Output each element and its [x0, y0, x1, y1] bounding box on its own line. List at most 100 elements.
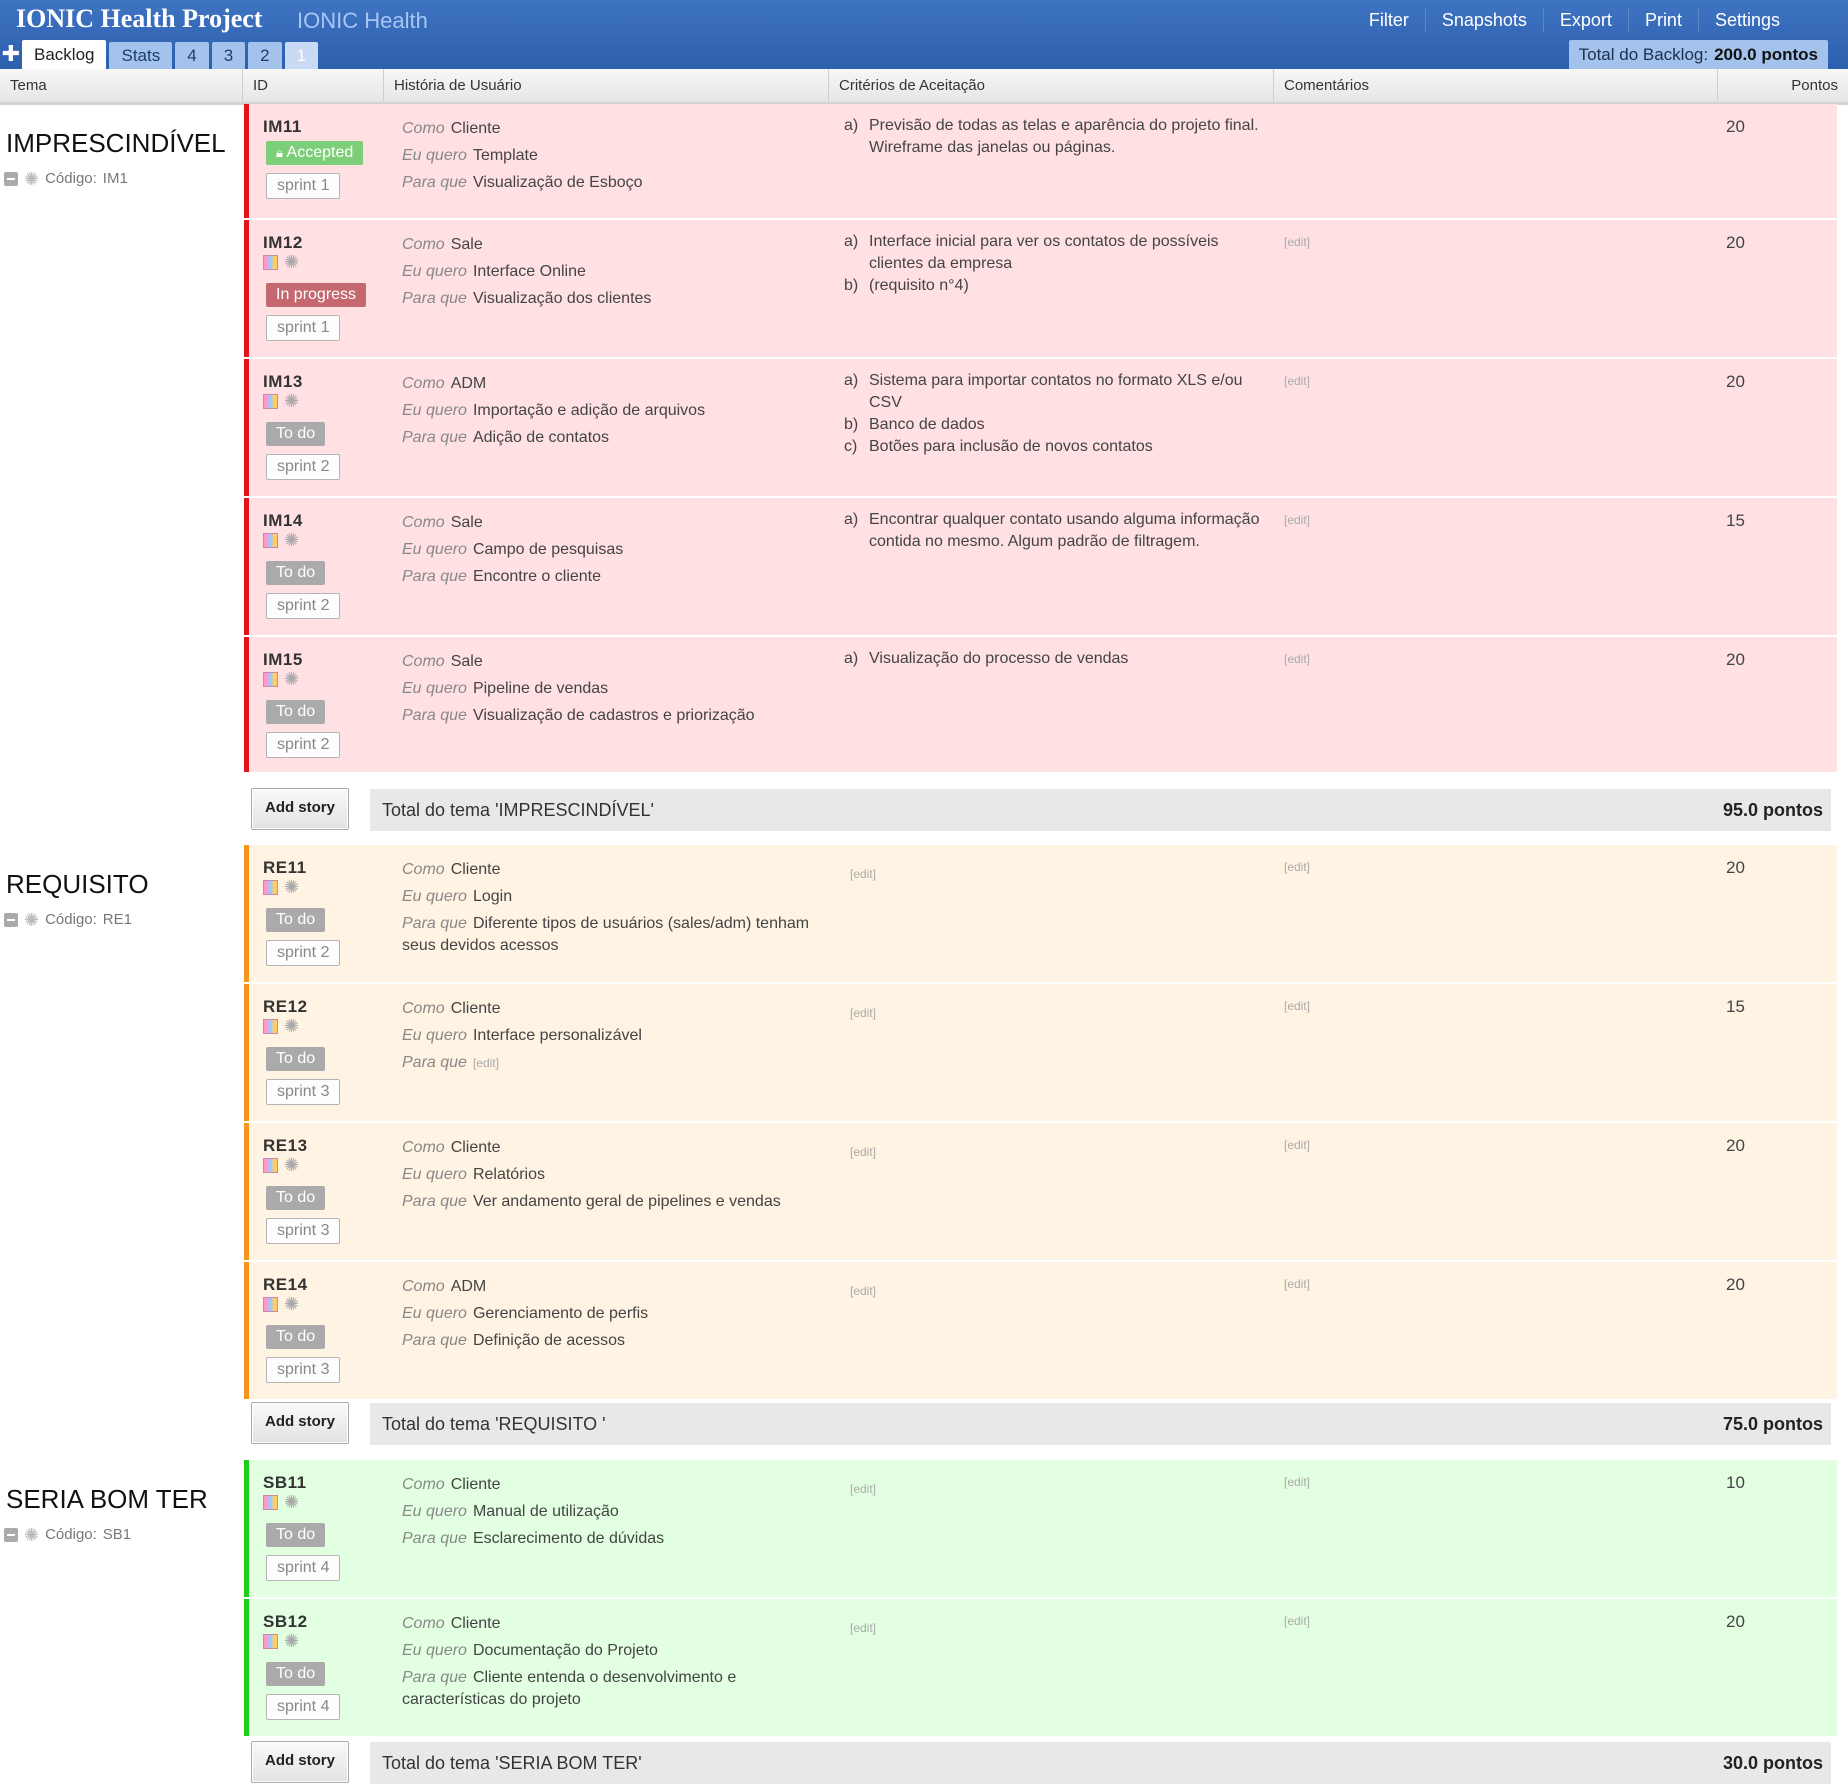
- tab-sprint-4[interactable]: 4: [175, 42, 209, 69]
- add-story-button[interactable]: Add story: [251, 1741, 349, 1783]
- story-id[interactable]: RE13: [263, 1136, 308, 1156]
- gear-icon[interactable]: ✺: [284, 1295, 299, 1313]
- story-points[interactable]: 20: [1726, 233, 1745, 253]
- comment-edit-link[interactable]: [edit]: [1284, 999, 1310, 1013]
- tab-sprint-2[interactable]: 2: [248, 42, 282, 69]
- sprint-tag[interactable]: sprint 3: [266, 1357, 341, 1383]
- story-id[interactable]: RE11: [263, 858, 307, 878]
- criteria-edit-link[interactable]: [edit]: [850, 1145, 876, 1159]
- gear-icon[interactable]: ✺: [284, 878, 299, 896]
- task-board-icon[interactable]: [263, 255, 278, 270]
- status-badge[interactable]: To do: [266, 422, 326, 446]
- gear-icon[interactable]: ✺: [284, 1156, 299, 1174]
- comment-edit-link[interactable]: [edit]: [1284, 652, 1310, 666]
- task-board-icon[interactable]: [263, 880, 278, 895]
- story-id[interactable]: SB12: [263, 1612, 308, 1632]
- sprint-tag[interactable]: sprint 2: [266, 732, 341, 758]
- acceptance-criteria[interactable]: a) Encontrar qualquer contato usando algu…: [844, 509, 1274, 553]
- theme-name[interactable]: IMPRESCINDÍVEL: [6, 128, 226, 159]
- user-story[interactable]: Como Sale Eu quero Pipeline de vendas Para q…: [402, 648, 822, 727]
- sprint-tag[interactable]: sprint 4: [266, 1555, 341, 1581]
- status-badge[interactable]: To do: [266, 1186, 326, 1210]
- status-badge[interactable]: To do: [266, 1523, 326, 1547]
- comment-edit-link[interactable]: [edit]: [1284, 1138, 1310, 1152]
- tab-sprint-1[interactable]: 1: [284, 42, 319, 69]
- story-points[interactable]: 15: [1726, 997, 1745, 1017]
- criteria-edit-link[interactable]: [edit]: [850, 1482, 876, 1496]
- user-story[interactable]: Como ADM Eu quero Gerenciamento de perfis Pa…: [402, 1273, 822, 1352]
- user-story[interactable]: Como ADM Eu quero Importação e adição de ar…: [402, 370, 822, 449]
- add-story-button[interactable]: Add story: [251, 788, 349, 830]
- story-points[interactable]: 20: [1726, 1136, 1745, 1156]
- comment-edit-link[interactable]: [edit]: [1284, 860, 1310, 874]
- menu-snapshots[interactable]: Snapshots: [1424, 8, 1543, 32]
- account-name[interactable]: IONIC Health: [297, 8, 428, 34]
- task-board-icon[interactable]: [263, 1158, 278, 1173]
- sprint-tag[interactable]: sprint 1: [266, 173, 341, 199]
- status-badge[interactable]: To do: [266, 1325, 326, 1349]
- gear-icon[interactable]: ✺: [24, 911, 39, 929]
- status-badge[interactable]: To do: [266, 700, 326, 724]
- menu-print[interactable]: Print: [1627, 8, 1698, 32]
- acceptance-criteria[interactable]: a) Sistema para importar contatos no form…: [844, 370, 1274, 458]
- user-story[interactable]: Como Cliente Eu quero Login Para que Diferent…: [402, 856, 822, 957]
- sprint-tag[interactable]: sprint 3: [266, 1218, 341, 1244]
- menu-filter[interactable]: Filter: [1353, 8, 1425, 32]
- story-id[interactable]: RE14: [263, 1275, 308, 1295]
- criteria-edit-link[interactable]: [edit]: [850, 1006, 876, 1020]
- status-badge[interactable]: To do: [266, 1047, 326, 1071]
- gear-icon[interactable]: ✺: [284, 392, 299, 410]
- user-story[interactable]: Como Cliente Eu quero Relatórios Para que Ver…: [402, 1134, 822, 1213]
- status-badge[interactable]: In progress: [266, 283, 367, 307]
- story-id[interactable]: IM12: [263, 233, 303, 253]
- status-badge[interactable]: To do: [266, 1662, 326, 1686]
- tab-backlog[interactable]: Backlog: [22, 40, 107, 69]
- user-story[interactable]: Como Cliente Eu quero Manual de utilização P…: [402, 1471, 822, 1550]
- comment-edit-link[interactable]: [edit]: [1284, 1614, 1310, 1628]
- story-points[interactable]: 20: [1726, 1612, 1745, 1632]
- story-points[interactable]: 20: [1726, 372, 1745, 392]
- story-points[interactable]: 20: [1726, 1275, 1745, 1295]
- edit-link[interactable]: [edit]: [473, 1056, 499, 1070]
- collapse-icon[interactable]: [4, 171, 18, 186]
- gear-icon[interactable]: ✺: [284, 1017, 299, 1035]
- story-points[interactable]: 20: [1726, 858, 1745, 878]
- story-points[interactable]: 20: [1726, 117, 1745, 137]
- story-id[interactable]: IM11: [263, 117, 302, 137]
- acceptance-criteria[interactable]: a) Visualização do processo de vendas: [844, 648, 1274, 670]
- story-id[interactable]: IM15: [263, 650, 303, 670]
- story-id[interactable]: IM13: [263, 372, 303, 392]
- task-board-icon[interactable]: [263, 672, 278, 687]
- acceptance-criteria[interactable]: a) Previsão de todas as telas e aparência…: [844, 115, 1274, 159]
- user-story[interactable]: Como Cliente Eu quero Interface personalizá…: [402, 995, 822, 1077]
- gear-icon[interactable]: ✺: [284, 1632, 299, 1650]
- gear-icon[interactable]: ✺: [284, 1493, 299, 1511]
- sprint-tag[interactable]: sprint 2: [266, 940, 341, 966]
- criteria-edit-link[interactable]: [edit]: [850, 1284, 876, 1298]
- collapse-icon[interactable]: [4, 1527, 18, 1542]
- story-points[interactable]: 20: [1726, 650, 1745, 670]
- task-board-icon[interactable]: [263, 1495, 278, 1510]
- sprint-tag[interactable]: sprint 1: [266, 315, 341, 341]
- sprint-tag[interactable]: sprint 2: [266, 593, 341, 619]
- gear-icon[interactable]: ✺: [284, 531, 299, 549]
- sprint-tag[interactable]: sprint 2: [266, 454, 341, 480]
- plus-icon[interactable]: ✚: [0, 40, 22, 69]
- task-board-icon[interactable]: [263, 533, 278, 548]
- theme-name[interactable]: REQUISITO: [6, 869, 149, 900]
- comment-edit-link[interactable]: [edit]: [1284, 513, 1310, 527]
- tab-stats[interactable]: Stats: [109, 42, 173, 69]
- gear-icon[interactable]: ✺: [24, 1526, 39, 1544]
- sprint-tag[interactable]: sprint 3: [266, 1079, 341, 1105]
- story-points[interactable]: 10: [1726, 1473, 1745, 1493]
- user-story[interactable]: Como Cliente Eu quero Documentação do Proje…: [402, 1610, 822, 1711]
- comment-edit-link[interactable]: [edit]: [1284, 374, 1310, 388]
- task-board-icon[interactable]: [263, 1634, 278, 1649]
- user-story[interactable]: Como Sale Eu quero Interface Online Para que…: [402, 231, 822, 310]
- story-id[interactable]: SB11: [263, 1473, 307, 1493]
- comment-edit-link[interactable]: [edit]: [1284, 235, 1310, 249]
- status-badge[interactable]: To do: [266, 561, 326, 585]
- gear-icon[interactable]: ✺: [284, 670, 299, 688]
- task-board-icon[interactable]: [263, 1019, 278, 1034]
- comment-edit-link[interactable]: [edit]: [1284, 1277, 1310, 1291]
